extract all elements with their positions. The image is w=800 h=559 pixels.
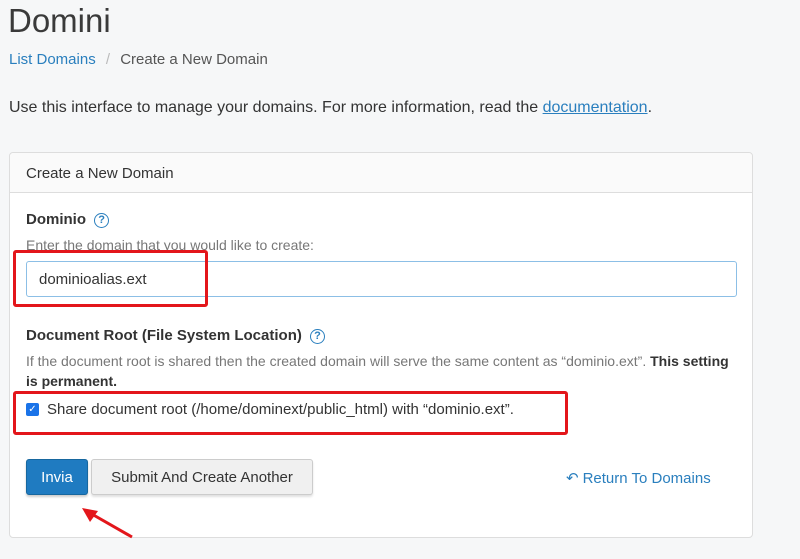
create-domain-panel: Create a New Domain Dominio ? Enter the … [9,152,753,538]
breadcrumb-current: Create a New Domain [120,51,268,68]
documentation-link[interactable]: documentation [543,99,648,116]
domain-label: Dominio ? [26,211,110,228]
intro-text: Use this interface to manage your domain… [9,99,652,117]
question-circle-icon[interactable]: ? [310,329,326,344]
return-to-domains-link[interactable]: ↶ Return To Domains [566,469,711,487]
breadcrumb-separator: / [105,51,111,68]
panel-heading: Create a New Domain [10,153,752,193]
return-to-domains-label: Return To Domains [582,470,711,487]
intro-body: Use this interface to manage your domain… [9,99,539,116]
annotation-arrow-icon [82,508,133,539]
submit-and-create-another-button[interactable]: Submit And Create Another [91,459,313,495]
submit-button[interactable]: Invia [26,459,88,495]
docroot-label-text: Document Root (File System Location) [26,327,302,344]
breadcrumb: List Domains / Create a New Domain [9,51,268,68]
docroot-help-body: If the document root is shared then the … [26,353,647,369]
breadcrumb-list-domains-link[interactable]: List Domains [9,51,96,68]
question-circle-icon[interactable]: ? [94,213,110,228]
docroot-label: Document Root (File System Location) ? [26,327,326,344]
undo-arrow-icon: ↶ [566,470,579,487]
page-title: Domini [8,2,111,39]
annotation-highlight-domain [13,250,208,307]
annotation-highlight-share [13,391,568,435]
domain-label-text: Dominio [26,211,86,228]
intro-suffix: . [647,99,653,116]
docroot-help-text: If the document root is shared then the … [26,351,736,391]
